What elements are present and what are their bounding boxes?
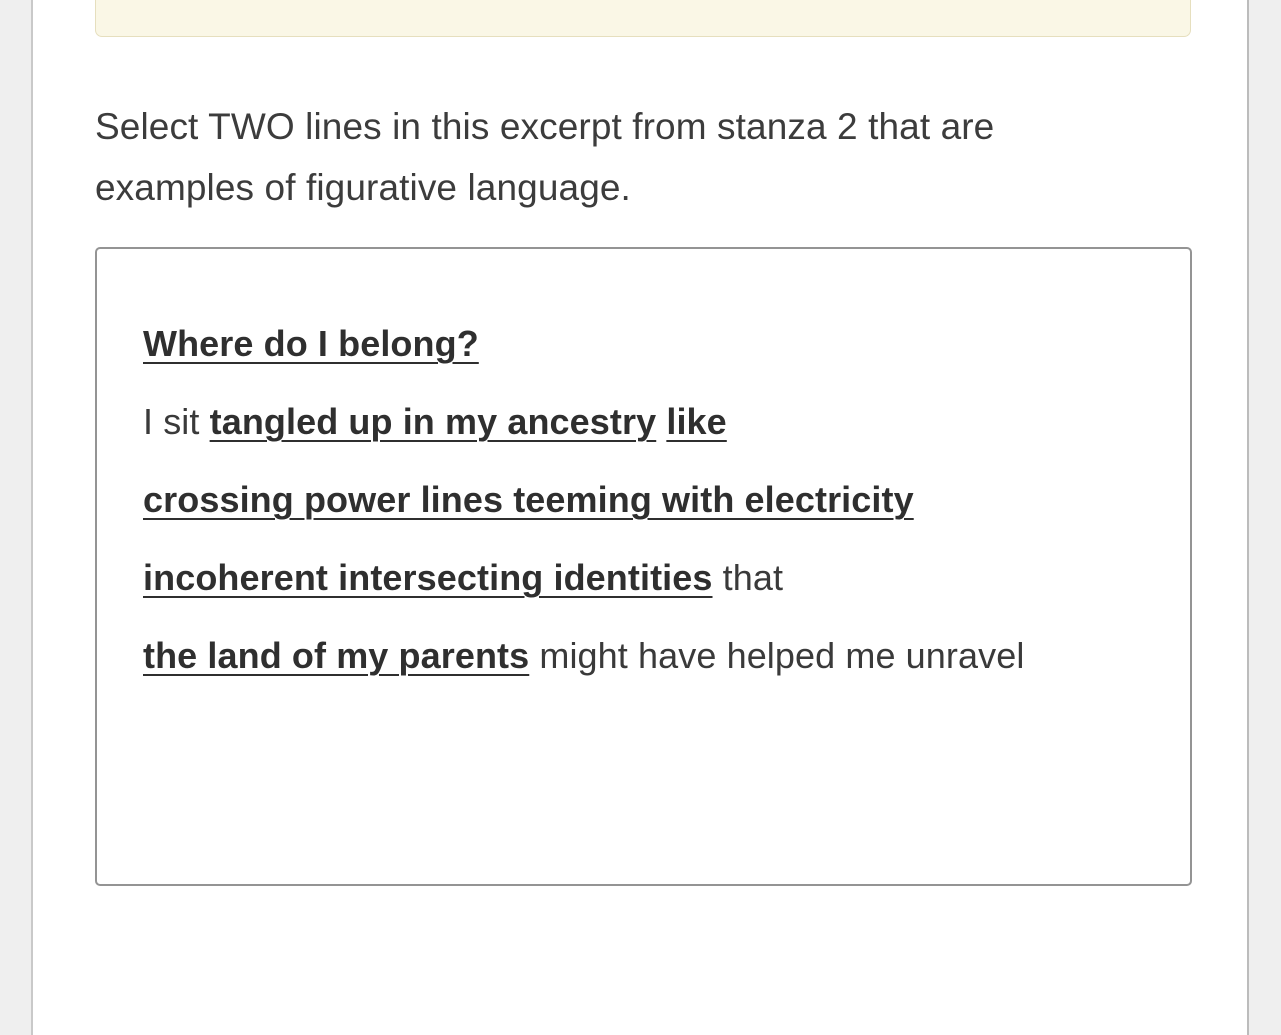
selectable-line-where-do-i-belong[interactable]: Where do I belong? xyxy=(143,323,479,364)
notice-banner xyxy=(95,0,1191,37)
content-column: Select TWO lines in this excerpt from st… xyxy=(31,0,1249,1035)
excerpt-text: Where do I belong? I sit tangled up in m… xyxy=(143,305,1160,695)
excerpt-box: Where do I belong? I sit tangled up in m… xyxy=(95,247,1192,886)
selectable-line-crossing-power-lines-teeming-with-electricity[interactable]: crossing power lines teeming with electr… xyxy=(143,479,914,520)
static-text-i-sit: I sit xyxy=(143,401,210,442)
selectable-line-like[interactable]: like xyxy=(666,401,726,442)
static-text-might-have-helped-me-unravel: might have helped me unravel xyxy=(529,635,1025,676)
page-root: Select TWO lines in this excerpt from st… xyxy=(0,0,1281,1035)
selectable-line-the-land-of-my-parents[interactable]: the land of my parents xyxy=(143,635,529,676)
static-text-that: that xyxy=(712,557,784,598)
question-prompt: Select TWO lines in this excerpt from st… xyxy=(95,106,995,208)
selectable-line-tangled-up-in-my-ancestry[interactable]: tangled up in my ancestry xyxy=(210,401,657,442)
selectable-line-incoherent-intersecting-identities[interactable]: incoherent intersecting identities xyxy=(143,557,713,598)
static-text-space xyxy=(656,401,666,442)
